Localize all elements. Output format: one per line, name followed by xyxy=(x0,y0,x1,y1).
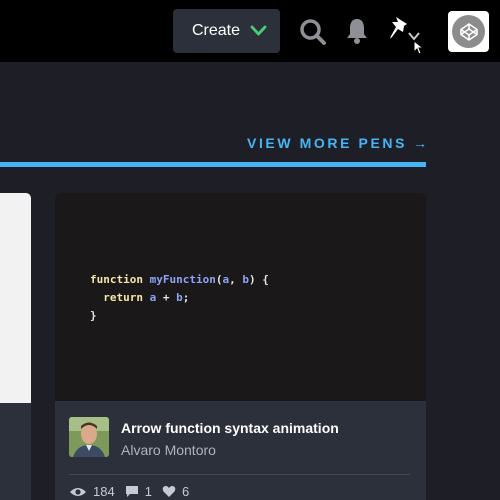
comments-count: 1 xyxy=(144,484,152,499)
codepen-logo-icon xyxy=(452,15,485,48)
code-token: ; xyxy=(182,291,190,304)
heart-icon xyxy=(162,485,176,497)
comment-icon xyxy=(125,486,138,497)
search-icon[interactable] xyxy=(299,18,327,46)
create-button-label: Create xyxy=(192,22,241,39)
code-token: } xyxy=(90,309,97,322)
code-token: myFunction xyxy=(149,273,216,286)
pen-author[interactable]: Alvaro Montoro xyxy=(121,442,216,458)
code-token: return xyxy=(103,291,143,304)
top-navigation-bar: Create xyxy=(0,0,500,62)
cursor-icon xyxy=(408,32,425,55)
previous-pen-card-footer xyxy=(0,403,31,500)
chevron-down-icon xyxy=(250,25,267,36)
views-stat: 184 xyxy=(69,484,115,499)
arrow-right-icon: → xyxy=(413,135,428,151)
user-avatar-button[interactable] xyxy=(448,11,489,52)
previous-pen-card-preview[interactable] xyxy=(0,193,31,403)
views-count: 184 xyxy=(93,484,115,499)
code-token: b xyxy=(242,273,249,286)
view-more-pens-label: VIEW MORE PENS xyxy=(247,135,408,151)
view-more-pens-link[interactable]: VIEW MORE PENS → xyxy=(247,135,427,151)
code-token: , xyxy=(229,273,243,286)
code-token: b xyxy=(176,291,183,304)
pen-preview[interactable]: function myFunction(a, b) { return a + b… xyxy=(55,193,426,401)
eye-icon xyxy=(70,487,86,496)
code-token: ) { xyxy=(248,273,269,286)
bell-icon[interactable] xyxy=(345,17,369,45)
comments-stat[interactable]: 1 xyxy=(125,484,152,499)
pen-title[interactable]: Arrow function syntax animation xyxy=(121,420,339,436)
likes-stat[interactable]: 6 xyxy=(162,484,189,499)
create-button[interactable]: Create xyxy=(173,9,280,53)
code-token: function xyxy=(90,273,143,286)
author-avatar[interactable] xyxy=(69,417,109,457)
likes-count: 6 xyxy=(181,484,190,499)
card-divider xyxy=(69,474,410,475)
pen-stats: 184 1 6 xyxy=(69,484,199,499)
section-divider xyxy=(0,162,426,167)
code-snippet: function myFunction(a, b) { return a + b… xyxy=(90,271,269,325)
pen-card[interactable]: function myFunction(a, b) { return a + b… xyxy=(55,193,426,500)
code-token: + xyxy=(156,291,177,304)
